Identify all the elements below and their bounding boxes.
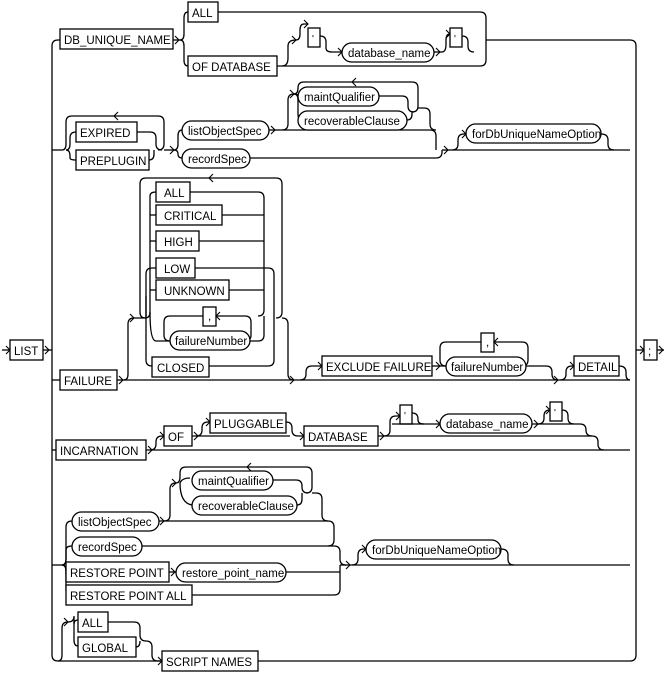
keyword-script-names-label: SCRIPT NAMES [166, 657, 252, 669]
keyword-failure-all-label: ALL [164, 188, 185, 200]
nonterminal-record-spec-label: recordSpec [188, 154, 247, 166]
keyword-incarnation-label: INCARNATION [60, 446, 138, 458]
quote-open-label: ' [312, 34, 314, 45]
keyword-pluggable-label: PLUGGABLE [214, 419, 284, 431]
branch-script-names: ALL GLOBAL SCRIPT NAMES [57, 611, 630, 672]
nonterminal-restore-point-name-label: restore_point_name [182, 568, 284, 580]
start-segment: LIST [2, 339, 52, 361]
nonterminal-list-object-spec-label: listObjectSpec [188, 126, 262, 138]
object-nonterminal-record-spec-label: recordSpec [78, 542, 137, 554]
nonterminal-failure-number-label: failureNumber [175, 336, 247, 348]
incarnation-quote-open-label: ' [404, 411, 406, 422]
keyword-of-database-label: OF DATABASE [192, 62, 271, 74]
exclude-comma-label: , [486, 337, 489, 349]
object-nonterminal-maint-qualifier-label: maintQualifier [198, 476, 269, 488]
object-nonterminal-for-db-unique-name-option-label: forDbUniqueNameOption [372, 545, 501, 557]
object-nonterminal-list-object-spec-label: listObjectSpec [78, 517, 152, 529]
nonterminal-for-db-unique-name-option-label: forDbUniqueNameOption [472, 129, 601, 141]
end-segment: ; [643, 339, 664, 361]
trunk-left-down [51, 350, 59, 662]
keyword-global-label: GLOBAL [82, 643, 129, 655]
incarnation-quote-open [399, 404, 413, 425]
keyword-of-label: OF [168, 432, 184, 444]
keyword-expired-label: EXPIRED [80, 128, 131, 140]
branch-failure: FAILURE ALL CRITICAL HIGH LOW UNKNOWN , … [52, 173, 631, 391]
branch-incarnation: INCARNATION OF PLUGGABLE DATABASE ' data… [52, 401, 630, 461]
keyword-db-unique-name-label: DB_UNIQUE_NAME [64, 35, 171, 47]
nonterminal-recoverable-clause-label: recoverableClause [304, 116, 400, 128]
keyword-database-label: DATABASE [308, 432, 368, 444]
quote-close-label: ' [454, 34, 456, 45]
failure-comma-label: , [208, 311, 211, 323]
keyword-semicolon-label: ; [648, 346, 651, 358]
incarnation-quote-close [549, 401, 563, 422]
keyword-list-label: LIST [14, 346, 38, 358]
keyword-high-label: HIGH [164, 237, 193, 249]
object-nonterminal-recoverable-clause-label: recoverableClause [198, 501, 294, 513]
trunk-left-up [51, 39, 59, 350]
keyword-all-label: ALL [192, 8, 213, 20]
nonterminal-maint-qualifier-label: maintQualifier [304, 92, 375, 104]
keyword-preplugin-label: PREPLUGIN [80, 156, 146, 168]
keyword-closed-label: CLOSED [157, 363, 204, 375]
keyword-exclude-failure-label: EXCLUDE FAILURE [326, 362, 432, 374]
keyword-restore-point-all-label: RESTORE POINT ALL [70, 591, 187, 603]
incarnation-quote-close-label: ' [554, 408, 556, 419]
branch-object-spec: listObjectSpec maintQualifier recoverabl… [52, 462, 630, 606]
keyword-script-all-label: ALL [82, 618, 103, 630]
branch-db-unique-name: DB_UNIQUE_NAME ALL OF DATABASE ' databas… [58, 1, 630, 77]
keyword-failure-label: FAILURE [64, 376, 112, 388]
list-syntax-diagram: LIST ; DB_UNIQUE_NAME ALL OF DATABASE ' … [2, 1, 664, 672]
keyword-detail-label: DETAIL [578, 362, 618, 374]
nonterminal-exclude-failure-number-label: failureNumber [451, 362, 523, 374]
trunk-right [629, 39, 637, 662]
keyword-low-label: LOW [164, 264, 190, 276]
keyword-critical-label: CRITICAL [164, 211, 217, 223]
quote-open [307, 27, 321, 48]
branch-expired: EXPIRED PREPLUGIN listObjectSpec recordS… [52, 77, 630, 171]
quote-close [449, 27, 463, 48]
keyword-restore-point-label: RESTORE POINT [70, 568, 164, 580]
nonterminal-database-name-label: database_name [348, 48, 430, 60]
incarnation-nonterminal-database-name-label: database_name [446, 419, 528, 431]
keyword-unknown-label: UNKNOWN [164, 286, 225, 298]
